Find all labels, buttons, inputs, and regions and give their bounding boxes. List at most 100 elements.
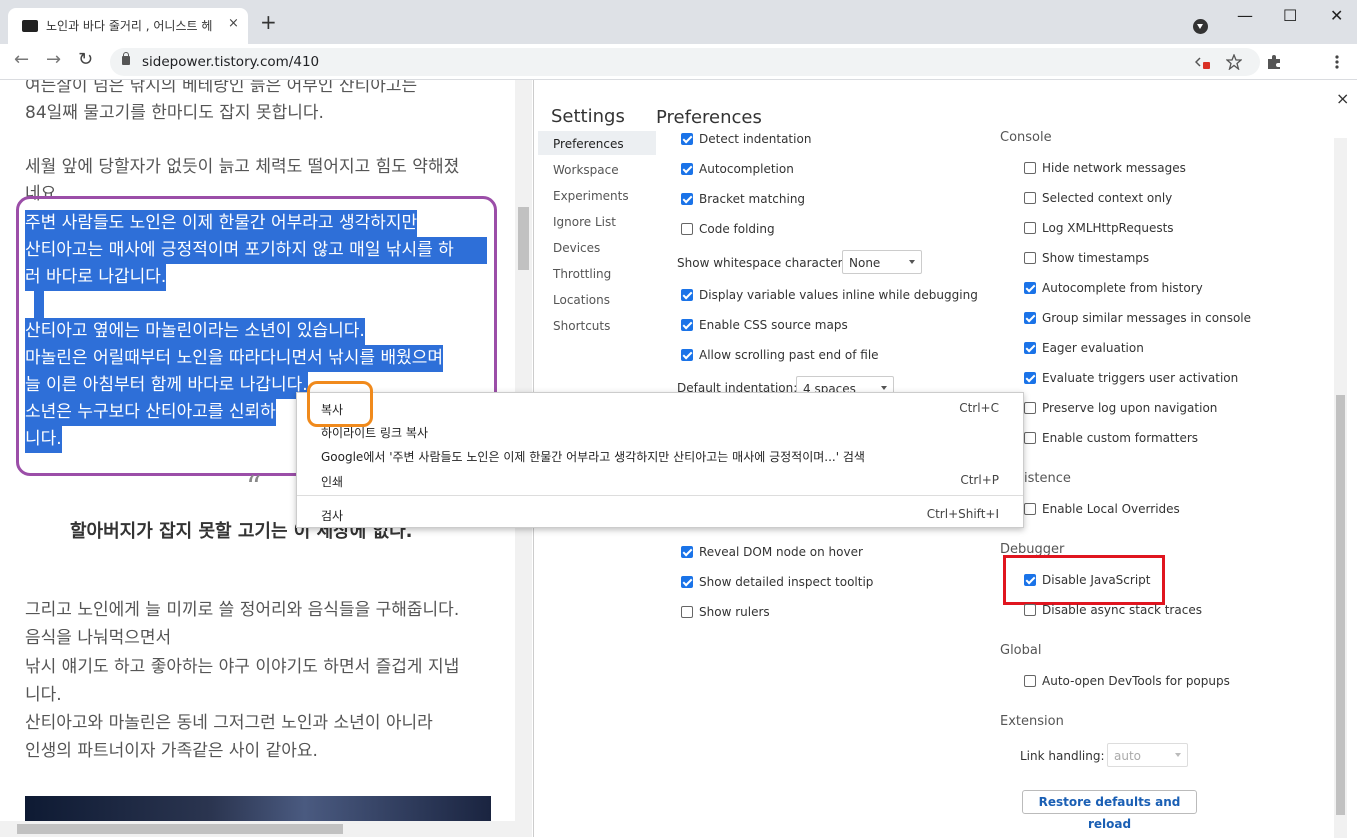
label-hide-network: Hide network messages [1042,161,1186,175]
quote-mark: “ [246,470,262,505]
label-selected-context: Selected context only [1042,191,1173,205]
scrollbar-thumb[interactable] [518,207,529,270]
menu-item-google-search[interactable]: Google에서 '주변 사람들도 노인은 이제 한물간 어부라고 생각하지만 … [321,448,865,465]
browser-tab[interactable]: 노인과 바다 줄거리 , 어니스트 헤 × [8,8,248,44]
checkbox-inspect-tooltip[interactable] [681,576,693,588]
tab-close-icon[interactable]: × [228,16,239,31]
label-autocompletion: Autocompletion [699,162,794,176]
menu-item-print[interactable]: 인쇄 [321,473,343,490]
checkbox-eager-evaluation[interactable] [1024,342,1036,354]
label-log-xhr: Log XMLHttpRequests [1042,221,1174,235]
scrollbar-thumb[interactable] [1336,395,1345,815]
reload-button[interactable]: ↻ [78,49,93,70]
shortcut-inspect: Ctrl+Shift+I [926,507,999,521]
link-handling-select[interactable]: auto [1107,743,1188,767]
menu-divider [297,495,1023,496]
checkbox-async-stack[interactable] [1024,604,1036,616]
checkbox-log-xhr[interactable] [1024,222,1036,234]
label-async-stack: Disable async stack traces [1042,603,1202,617]
section-global: Global [1000,643,1042,658]
whitespace-value: None [849,256,881,270]
section-persistence: istence [1024,471,1071,486]
checkbox-selected-context[interactable] [1024,192,1036,204]
label-autocomplete-history: Autocomplete from history [1042,281,1203,295]
nav-throttling[interactable]: Throttling [553,267,611,281]
whitespace-select[interactable]: None [842,250,922,274]
label-timestamps: Show timestamps [1042,251,1150,265]
url-text[interactable]: sidepower.tistory.com/410 [142,54,319,70]
close-window-button[interactable]: ✕ [1330,6,1343,25]
nav-devices[interactable]: Devices [553,241,600,255]
menu-icon[interactable] [1334,54,1340,70]
checkbox-custom-formatters[interactable] [1024,432,1036,444]
checkbox-reveal-dom[interactable] [681,546,693,558]
settings-title: Settings [551,106,625,127]
chevron-down-icon [909,260,915,264]
article-line: 세월 앞에 당할자가 없듯이 늙고 체력도 떨어지고 힘도 약해졌 [25,157,460,177]
article-line: 음식을 나눠먹으면서 [25,628,172,648]
checkbox-autocomplete-history[interactable] [1024,282,1036,294]
blocked-popup-icon[interactable] [1195,55,1211,69]
checkbox-code-folding[interactable] [681,223,693,235]
nav-workspace[interactable]: Workspace [553,163,619,177]
label-local-overrides: Enable Local Overrides [1042,502,1180,516]
label-code-folding: Code folding [699,222,775,236]
devtools-close-icon[interactable]: × [1336,89,1349,108]
new-tab-button[interactable]: + [260,12,277,32]
label-reveal-dom: Reveal DOM node on hover [699,545,863,559]
label-group-similar: Group similar messages in console [1042,311,1251,325]
article-line: 그리고 노인에게 늘 미끼로 쓸 정어리와 음식들을 구해줍니다. [25,600,460,620]
article-image [25,796,491,823]
label-bracket-matching: Bracket matching [699,192,806,206]
article-line: 산티아고와 마놀린은 동네 그저그런 노인과 소년이 아니라 [25,713,433,733]
tab-search-icon[interactable] [1193,19,1208,34]
minimize-button[interactable]: — [1237,6,1253,25]
lock-icon[interactable] [122,52,130,65]
nav-ignore-list[interactable]: Ignore List [553,215,616,229]
address-bar[interactable]: sidepower.tistory.com/410 [110,48,1260,76]
nav-experiments[interactable]: Experiments [553,189,629,203]
browser-toolbar: ← → ↻ sidepower.tistory.com/410 [0,44,1357,80]
label-css-source-maps: Enable CSS source maps [699,318,848,332]
forward-button[interactable]: → [46,49,61,70]
checkbox-inline-values[interactable] [681,289,693,301]
preferences-title: Preferences [656,107,762,128]
checkbox-local-overrides[interactable] [1024,503,1036,515]
checkbox-preserve-log[interactable] [1024,402,1036,414]
orange-highlight-box [307,381,373,427]
checkbox-timestamps[interactable] [1024,252,1036,264]
checkbox-detect-indentation[interactable] [681,133,693,145]
star-icon[interactable] [1226,54,1242,70]
section-console: Console [1000,130,1052,145]
checkbox-show-rulers[interactable] [681,606,693,618]
checkbox-group-similar[interactable] [1024,312,1036,324]
label-detect-indentation: Detect indentation [699,132,812,146]
shortcut-copy: Ctrl+C [959,401,999,415]
checkbox-hide-network[interactable] [1024,162,1036,174]
nav-shortcuts[interactable]: Shortcuts [553,319,610,333]
article-line: 여든살이 넘은 낚시의 베테랑인 늙은 어부인 산티아고는 [25,80,418,96]
menu-item-inspect[interactable]: 검사 [321,507,343,524]
restore-defaults-button[interactable]: Restore defaults and reload [1022,790,1197,831]
label-custom-formatters: Enable custom formatters [1042,431,1199,445]
back-button[interactable]: ← [14,49,29,70]
extensions-icon[interactable] [1266,54,1282,70]
devtools-scrollbar[interactable] [1334,138,1347,838]
checkbox-css-source-maps[interactable] [681,319,693,331]
page-horizontal-scrollbar[interactable] [0,821,532,837]
nav-locations[interactable]: Locations [553,293,610,307]
scrollbar-thumb[interactable] [17,824,343,834]
checkbox-autocompletion[interactable] [681,163,693,175]
maximize-button[interactable]: ☐ [1283,6,1297,25]
checkbox-auto-open-devtools[interactable] [1024,675,1036,687]
checkbox-scroll-past-end[interactable] [681,349,693,361]
label-whitespace: Show whitespace characters: [677,256,853,270]
label-evaluate-triggers: Evaluate triggers user activation [1042,371,1239,385]
label-auto-open-devtools: Auto-open DevTools for popups [1042,674,1230,688]
label-inspect-tooltip: Show detailed inspect tooltip [699,575,874,589]
checkbox-evaluate-triggers[interactable] [1024,372,1036,384]
context-menu: 복사 Ctrl+C 하이라이트 링크 복사 Google에서 '주변 사람들도 … [296,381,1024,528]
chevron-down-icon [881,386,887,390]
checkbox-bracket-matching[interactable] [681,193,693,205]
nav-preferences[interactable]: Preferences [553,137,624,151]
